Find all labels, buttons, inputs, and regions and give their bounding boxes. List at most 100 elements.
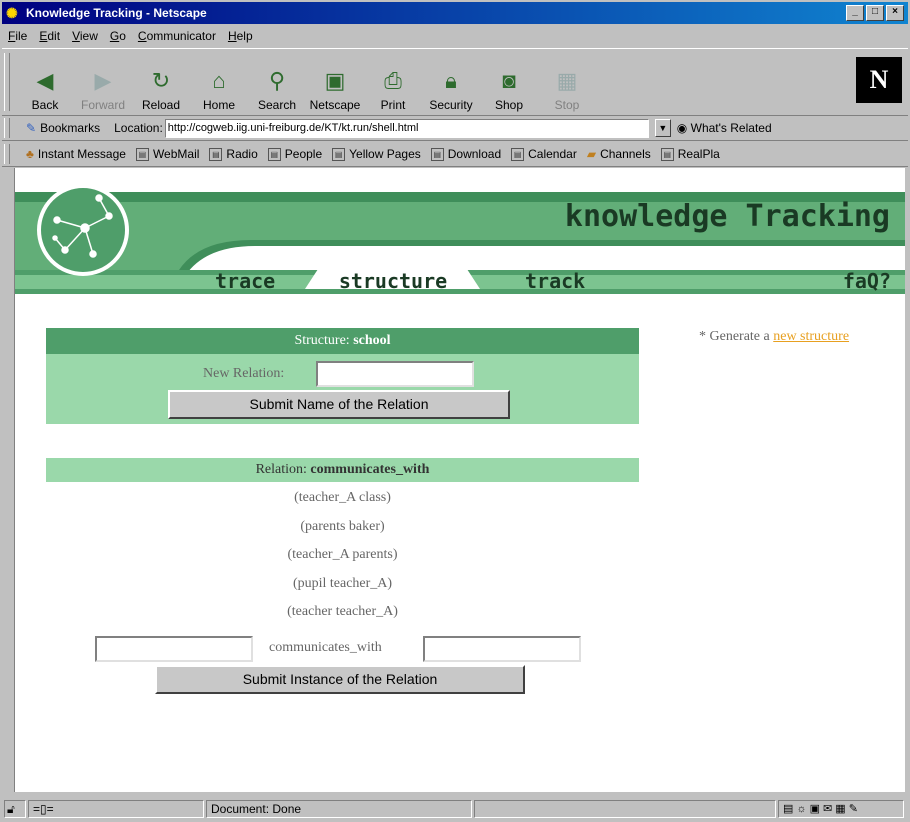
personal-toolbar: ♣ Instant Message ▤ WebMail ▤ Radio ▤ People…	[2, 142, 908, 167]
bookmark-page-icon: ▤	[332, 147, 346, 161]
instant-message-icon: ♣	[26, 147, 34, 161]
tab-trace[interactable]: trace	[215, 269, 275, 293]
structure-name: school	[353, 333, 391, 348]
home-button[interactable]: ⌂ Home	[190, 52, 248, 112]
forward-button[interactable]: ▶ Forward	[74, 52, 132, 112]
shop-icon: ◙	[502, 68, 516, 93]
url-input[interactable]: http://cogweb.iig.uni-freiburg.de/KT/kt.…	[164, 118, 649, 138]
tab-track[interactable]: track	[525, 269, 585, 293]
personal-item-yellow-pages[interactable]: ▤ Yellow Pages	[332, 147, 421, 161]
personal-item-people[interactable]: ▤ People	[267, 147, 322, 161]
bookmark-page-icon: ▤	[135, 147, 149, 161]
whats-related-button[interactable]: ◉ What's Related	[677, 121, 772, 135]
site-banner: knowledge Tracking trace structure track…	[15, 168, 905, 296]
personal-item-realplayer[interactable]: ▤ RealPla	[660, 147, 720, 161]
personal-item-calendar[interactable]: ▤ Calendar	[511, 147, 577, 161]
relation-header: Relation: communicates_with	[46, 458, 639, 482]
bookmark-page-icon: ▤	[209, 147, 223, 161]
submit-relation-name-button[interactable]: Submit Name of the Relation	[168, 390, 510, 419]
personal-item-channels[interactable]: ▰ Channels	[587, 147, 651, 161]
submit-instance-button[interactable]: Submit Instance of the Relation	[155, 665, 525, 694]
banner-title: knowledge Tracking	[565, 199, 890, 234]
back-button[interactable]: ◀ Back	[16, 52, 74, 112]
bookmarks-button[interactable]: ✎ Bookmarks	[26, 121, 100, 135]
toolbar-grip[interactable]	[4, 53, 10, 111]
new-relation-input[interactable]	[316, 361, 474, 387]
relation-name: communicates_with	[310, 462, 430, 477]
printer-icon: ⎙	[384, 68, 402, 93]
menu-view[interactable]: View	[66, 29, 104, 43]
close-button[interactable]: ×	[886, 5, 904, 21]
component-bar[interactable]: ▤ ☼ ▣ ✉ ▦ ✎	[778, 800, 904, 818]
menu-go[interactable]: Go	[104, 29, 132, 43]
menu-file[interactable]: File	[2, 29, 33, 43]
browser-window: ✺ Knowledge Tracking - Netscape _ □ × Fi…	[0, 0, 910, 822]
stop-button[interactable]: ▦ Stop	[538, 52, 596, 112]
bookmark-page-icon: ▤	[511, 147, 525, 161]
reload-icon: ↻	[151, 68, 171, 93]
new-relation-label: New Relation:	[203, 366, 285, 381]
personal-grip[interactable]	[4, 144, 10, 164]
relation-instance: (teacher_A parents)	[287, 547, 398, 562]
forward-arrow-icon: ▶	[94, 68, 112, 93]
netscape-icon: ▣	[324, 68, 346, 93]
relation-instance: (parents baker)	[300, 519, 385, 534]
structure-panel: Structure: school New Relation: Submit N…	[46, 328, 639, 424]
location-grip[interactable]	[4, 118, 10, 138]
instance-second-input[interactable]	[423, 636, 581, 662]
page-content: knowledge Tracking trace structure track…	[14, 168, 905, 792]
personal-item-instant-message[interactable]: ♣ Instant Message	[26, 147, 126, 161]
menu-help[interactable]: Help	[222, 29, 259, 43]
tab-structure[interactable]: structure	[339, 269, 447, 293]
print-button[interactable]: ⎙ Print	[364, 52, 422, 112]
bookmark-page-icon: ▤	[430, 147, 444, 161]
lock-icon: 🔒︎	[445, 68, 457, 93]
instance-first-input[interactable]	[95, 636, 253, 662]
new-relation-form: New Relation: Submit Name of the Relatio…	[46, 354, 639, 424]
maximize-button[interactable]: □	[866, 5, 884, 21]
netscape-button[interactable]: ▣ Netscape	[306, 52, 364, 112]
search-icon: ⚲	[268, 68, 286, 93]
netscape-app-icon: ✺	[6, 5, 18, 21]
home-icon: ⌂	[212, 68, 226, 93]
window-controls: _ □ ×	[846, 5, 904, 21]
relation-instance: (teacher_A class)	[294, 490, 391, 505]
progress-bar: =▯=	[28, 800, 204, 818]
menu-bar: File Edit View Go Communicator Help	[2, 26, 908, 46]
navigation-toolbar: ◀ Back ▶ Forward ↻ Reload ⌂ Home ⚲ Search ▣ Ne…	[2, 48, 908, 116]
generate-structure-note: * Generate a new structure	[699, 329, 850, 344]
location-toolbar: ✎ Bookmarks Location: http://cogweb.iig.u…	[2, 116, 908, 141]
status-text: Document: Done	[206, 800, 472, 818]
bookmarks-icon: ✎	[26, 121, 37, 135]
security-button[interactable]: 🔒︎ Security	[422, 52, 480, 112]
bookmark-page-icon: ▤	[267, 147, 281, 161]
personal-item-download[interactable]: ▤ Download	[430, 147, 501, 161]
personal-item-webmail[interactable]: ▤ WebMail	[135, 147, 199, 161]
tab-faq[interactable]: faQ?	[843, 269, 891, 293]
window-title: Knowledge Tracking - Netscape	[26, 6, 207, 20]
bookmark-page-icon: ▤	[660, 147, 674, 161]
shop-button[interactable]: ◙ Shop	[480, 52, 538, 112]
reload-button[interactable]: ↻ Reload	[132, 52, 190, 112]
structure-header: Structure: school	[46, 328, 639, 354]
relation-instance: (pupil teacher_A)	[292, 576, 393, 591]
whats-related-icon: ◉	[676, 121, 688, 135]
search-button[interactable]: ⚲ Search	[248, 52, 306, 112]
connector-label: communicates_with	[269, 640, 382, 655]
status-spacer	[474, 800, 776, 818]
menu-edit[interactable]: Edit	[33, 29, 66, 43]
new-structure-link[interactable]: new structure	[773, 329, 849, 344]
title-bar: ✺ Knowledge Tracking - Netscape _ □ ×	[2, 2, 908, 24]
location-label: Location:	[114, 121, 163, 135]
menu-communicator[interactable]: Communicator	[132, 29, 222, 43]
channels-icon: ▰	[586, 147, 597, 161]
url-dropdown-button[interactable]: ▼	[654, 119, 671, 137]
back-arrow-icon: ◀	[36, 68, 54, 93]
status-bar: 🔓︎ =▯= Document: Done ▤ ☼ ▣ ✉ ▦ ✎	[2, 798, 908, 820]
personal-item-radio[interactable]: ▤ Radio	[209, 147, 258, 161]
security-lock-icon[interactable]: 🔓︎	[4, 800, 26, 818]
stop-icon: ▦	[556, 68, 578, 93]
minimize-button[interactable]: _	[846, 5, 864, 21]
netscape-logo[interactable]: N	[856, 57, 902, 103]
relation-instance: (teacher teacher_A)	[287, 604, 398, 619]
